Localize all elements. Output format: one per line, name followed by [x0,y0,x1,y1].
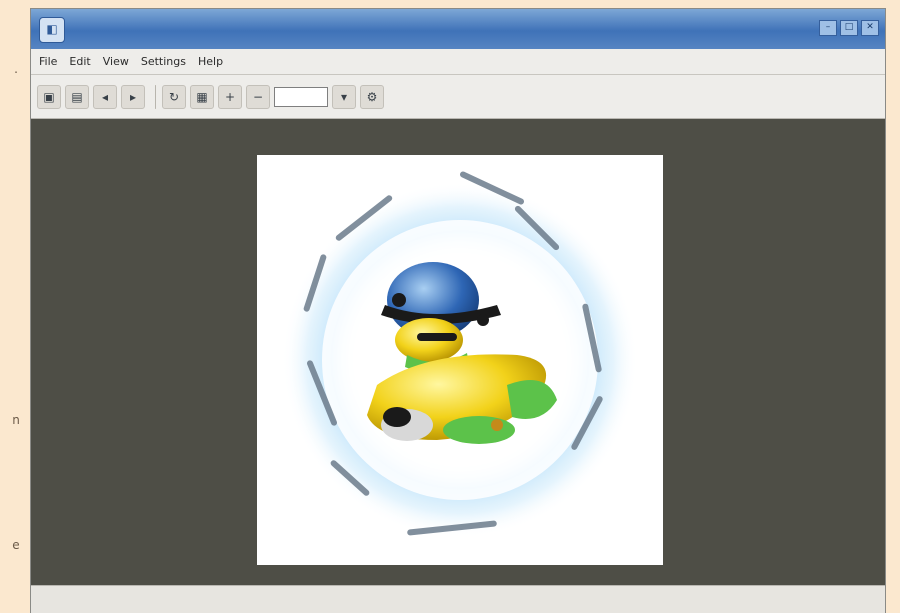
status-bar [31,585,885,613]
open-icon[interactable]: ▣ [37,84,61,109]
page-mark-1: . [14,62,18,76]
displayed-image [257,155,663,565]
save-icon[interactable]: ▤ [65,84,89,109]
menu-bar: File Edit View Settings Help [31,49,885,75]
zoom-input[interactable] [274,86,328,107]
close-icon[interactable]: ✕ [861,20,879,36]
app-icon[interactable]: ◧ [39,17,65,43]
image-artwork [282,171,638,538]
zoom-out-icon[interactable]: − [246,84,270,109]
maximize-icon[interactable]: □ [840,20,858,36]
settings-icon[interactable]: ⚙ [360,84,384,109]
fit-window-icon[interactable]: ▦ [190,84,214,109]
menu-file[interactable]: File [39,55,57,68]
window-controls: – □ ✕ [819,20,879,36]
image-viewport[interactable] [31,119,885,585]
menu-edit[interactable]: Edit [69,55,90,68]
title-bar[interactable]: ◧ – □ ✕ [31,9,885,50]
minimize-icon[interactable]: – [819,20,837,36]
forward-icon[interactable]: ▸ [121,84,145,109]
menu-settings[interactable]: Settings [141,55,186,68]
menu-view[interactable]: View [103,55,129,68]
app-window: ◧ – □ ✕ File Edit View Settings Help ▣ ▤… [30,8,886,613]
zoom-dropdown-icon[interactable]: ▾ [332,84,356,109]
rotate-icon[interactable]: ↻ [162,84,186,109]
back-icon[interactable]: ◂ [93,84,117,109]
toolbar-separator [155,84,156,109]
page-mark-3: e [12,538,20,552]
menu-help[interactable]: Help [198,55,223,68]
zoom-in-icon[interactable]: + [218,84,242,109]
toolbar: ▣ ▤ ◂ ▸ ↻ ▦ + − ▾ ⚙ [31,75,885,119]
page-mark-2: n [12,413,20,427]
